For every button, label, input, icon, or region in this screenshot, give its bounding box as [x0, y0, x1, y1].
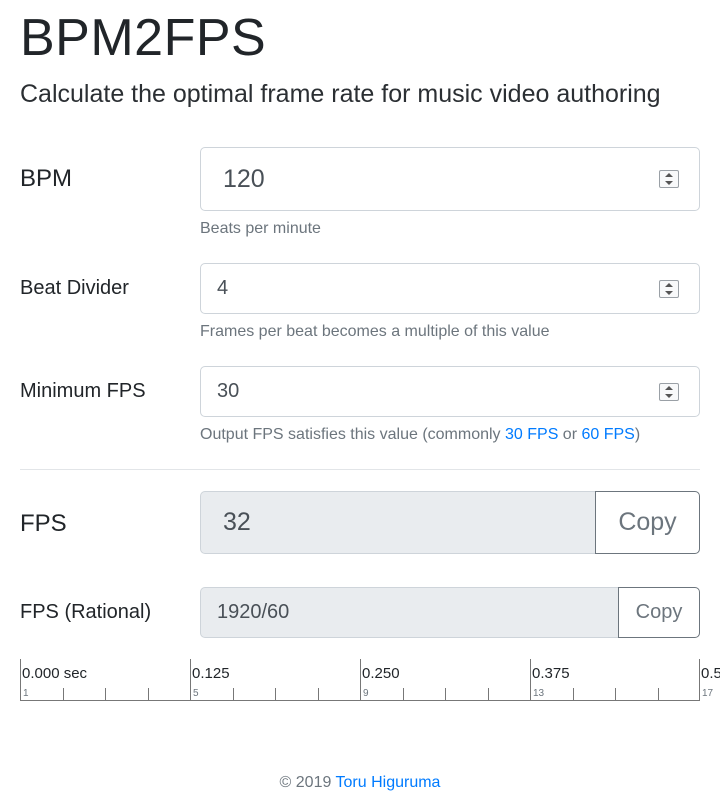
- footer-copyright: © 2019: [279, 774, 336, 791]
- min-fps-help-or: or: [558, 426, 582, 443]
- beat-divider-input[interactable]: 4: [200, 263, 700, 314]
- timeline-minor-tick: [105, 688, 106, 701]
- fps-rational-output-value: 1920/60: [217, 601, 290, 623]
- link-30-fps[interactable]: 30 FPS: [505, 426, 558, 443]
- spinner-down-icon[interactable]: [665, 181, 673, 185]
- fps-output-group: 32 Copy: [200, 491, 700, 554]
- spinner-up-icon[interactable]: [665, 282, 673, 287]
- timeline-beat-label: 9: [363, 688, 369, 699]
- timeline-major-tick: [20, 659, 21, 701]
- timeline-time-label: 0.375: [532, 665, 570, 682]
- fps-rational-label: FPS (Rational): [20, 601, 152, 623]
- fps-output-field[interactable]: 32: [200, 491, 595, 554]
- min-fps-input[interactable]: 30: [200, 366, 700, 417]
- fps-rational-output-group: 1920/60 Copy: [200, 587, 700, 638]
- beat-divider-help: Frames per beat becomes a multiple of th…: [200, 323, 550, 340]
- timeline-minor-tick: [658, 688, 659, 701]
- bpm-input[interactable]: 120: [200, 147, 700, 211]
- beat-divider-label: Beat Divider: [20, 277, 129, 299]
- timeline-time-label: 0.500: [701, 665, 720, 682]
- bpm-help: Beats per minute: [200, 220, 321, 237]
- timeline-beat-label: 1: [23, 688, 29, 699]
- fps-copy-button[interactable]: Copy: [595, 491, 700, 554]
- beat-divider-spinner[interactable]: [659, 279, 679, 298]
- beat-timeline: 0.000 sec 1 0.125 5 0.250 9 0.375 13 0.500 17: [20, 658, 720, 702]
- author-link[interactable]: Toru Higuruma: [336, 774, 441, 791]
- app-subtitle: Calculate the optimal frame rate for mus…: [20, 80, 661, 108]
- timeline-minor-tick: [318, 688, 319, 701]
- timeline-minor-tick: [445, 688, 446, 701]
- footer: © 2019 Toru Higuruma: [0, 774, 720, 792]
- beat-divider-value: 4: [217, 277, 229, 299]
- timeline-minor-tick: [275, 688, 276, 701]
- timeline-minor-tick: [148, 688, 149, 701]
- fps-rational-copy-button[interactable]: Copy: [618, 587, 700, 638]
- min-fps-help-suffix: ): [634, 426, 641, 443]
- timeline-minor-tick: [488, 688, 489, 701]
- bpm-label: BPM: [20, 165, 73, 192]
- timeline-minor-tick: [573, 688, 574, 701]
- fps-rational-output-field[interactable]: 1920/60: [200, 587, 618, 638]
- fps-output-value: 32: [223, 508, 251, 536]
- timeline-minor-tick: [233, 688, 234, 701]
- app-title: BPM2FPS: [20, 9, 267, 67]
- timeline-time-label: 0.000 sec: [22, 665, 88, 682]
- min-fps-label: Minimum FPS: [20, 380, 146, 402]
- timeline-minor-tick: [615, 688, 616, 701]
- min-fps-value: 30: [217, 380, 240, 402]
- timeline-time-label: 0.125: [192, 665, 230, 682]
- bpm-spinner[interactable]: [659, 170, 679, 188]
- timeline-major-tick: [699, 659, 700, 701]
- timeline-major-tick: [190, 659, 191, 701]
- spinner-up-icon[interactable]: [665, 385, 673, 390]
- spinner-up-icon[interactable]: [665, 173, 673, 177]
- fps-label: FPS: [20, 510, 67, 537]
- bpm-value: 120: [223, 164, 265, 193]
- timeline-minor-tick: [63, 688, 64, 701]
- spinner-down-icon[interactable]: [665, 393, 673, 398]
- link-60-fps[interactable]: 60 FPS: [581, 426, 634, 443]
- spinner-down-icon[interactable]: [665, 290, 673, 295]
- min-fps-spinner[interactable]: [659, 382, 679, 401]
- timeline-minor-tick: [403, 688, 404, 701]
- timeline-time-label: 0.250: [362, 665, 400, 682]
- timeline-major-tick: [530, 659, 531, 701]
- min-fps-help: Output FPS satisfies this value (commonl…: [200, 426, 640, 444]
- min-fps-help-prefix: Output FPS satisfies this value (commonl…: [200, 426, 505, 443]
- timeline-beat-label: 17: [702, 688, 714, 699]
- timeline-major-tick: [360, 659, 361, 701]
- timeline-beat-label: 5: [193, 688, 199, 699]
- timeline-beat-label: 13: [533, 688, 545, 699]
- section-divider: [20, 469, 700, 470]
